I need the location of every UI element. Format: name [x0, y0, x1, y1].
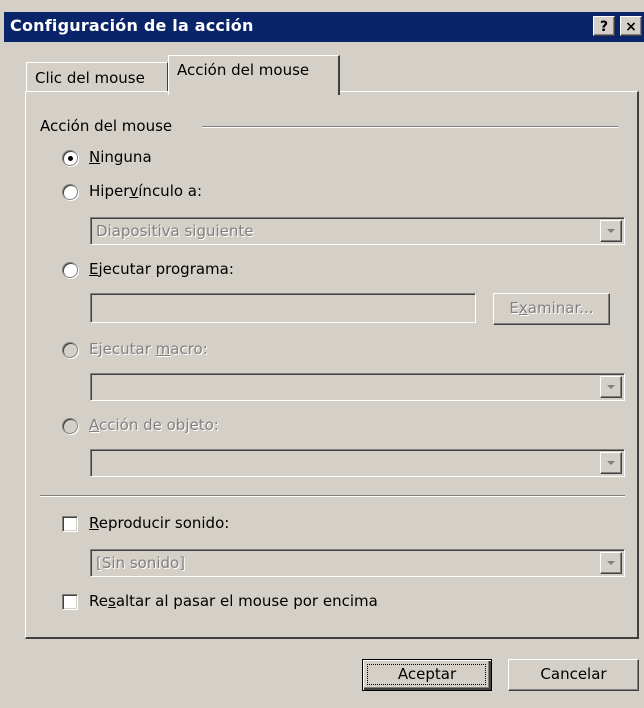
chevron-down-icon [607, 461, 615, 465]
ok-button-label: Aceptar [397, 665, 457, 683]
chevron-down-icon [607, 385, 615, 389]
program-path-input[interactable] [90, 293, 476, 323]
group-divider [202, 126, 618, 128]
object-action-select[interactable] [90, 449, 625, 477]
title-bar[interactable]: Configuración de la acción ? × [4, 12, 644, 42]
radio-hyperlink-label[interactable]: Hipervínculo a: [89, 182, 202, 200]
radio-run-macro[interactable] [62, 342, 78, 358]
play-sound-label[interactable]: Reproducir sonido: [89, 514, 229, 532]
radio-object-action[interactable] [62, 418, 78, 434]
sound-dropdown-button[interactable] [600, 552, 622, 574]
radio-none[interactable] [62, 150, 78, 166]
macro-select[interactable] [90, 373, 625, 401]
radio-run-program-label[interactable]: Ejecutar programa: [89, 260, 234, 278]
tab-mouse-over-label: Acción del mouse [177, 61, 310, 79]
help-icon: ? [599, 19, 609, 35]
highlight-checkbox[interactable] [62, 594, 78, 610]
radio-hyperlink[interactable] [62, 184, 78, 200]
object-action-dropdown-button[interactable] [600, 452, 622, 474]
chevron-down-icon [607, 561, 615, 565]
radio-selected-dot [68, 156, 73, 161]
close-button[interactable]: × [620, 16, 642, 36]
cancel-button[interactable]: Cancelar [508, 659, 639, 691]
tab-mouse-click[interactable]: Clic del mouse [26, 62, 168, 92]
tab-mouse-click-label: Clic del mouse [35, 69, 145, 87]
radio-none-label[interactable]: Ninguna [89, 148, 152, 166]
highlight-label[interactable]: Resaltar al pasar el mouse por encima [89, 592, 378, 610]
hyperlink-dropdown-button[interactable] [600, 220, 622, 242]
action-settings-dialog: Configuración de la acción ? × Clic del … [0, 0, 644, 708]
radio-object-action-label[interactable]: Acción de objeto: [89, 416, 219, 434]
section-divider [40, 495, 625, 497]
macro-dropdown-button[interactable] [600, 376, 622, 398]
radio-run-macro-label[interactable]: Ejecutar macro: [89, 340, 208, 358]
sound-select[interactable]: [Sin sonido] [90, 549, 625, 577]
hyperlink-select[interactable]: Diapositiva siguiente [90, 217, 625, 245]
help-button[interactable]: ? [593, 16, 615, 36]
tab-mouse-over[interactable]: Acción del mouse [168, 55, 340, 95]
sound-select-value: [Sin sonido] [96, 554, 186, 572]
close-icon: × [625, 19, 637, 35]
group-title: Acción del mouse [40, 117, 173, 135]
hyperlink-select-value: Diapositiva siguiente [96, 222, 254, 240]
browse-button-label: Examinar... [509, 299, 594, 317]
window-title: Configuración de la acción [10, 16, 254, 35]
cancel-button-label: Cancelar [540, 665, 607, 683]
browse-button[interactable]: Examinar... [493, 293, 610, 325]
chevron-down-icon [607, 229, 615, 233]
play-sound-checkbox[interactable] [62, 516, 78, 532]
ok-button[interactable]: Aceptar [362, 659, 492, 691]
radio-run-program[interactable] [62, 262, 78, 278]
